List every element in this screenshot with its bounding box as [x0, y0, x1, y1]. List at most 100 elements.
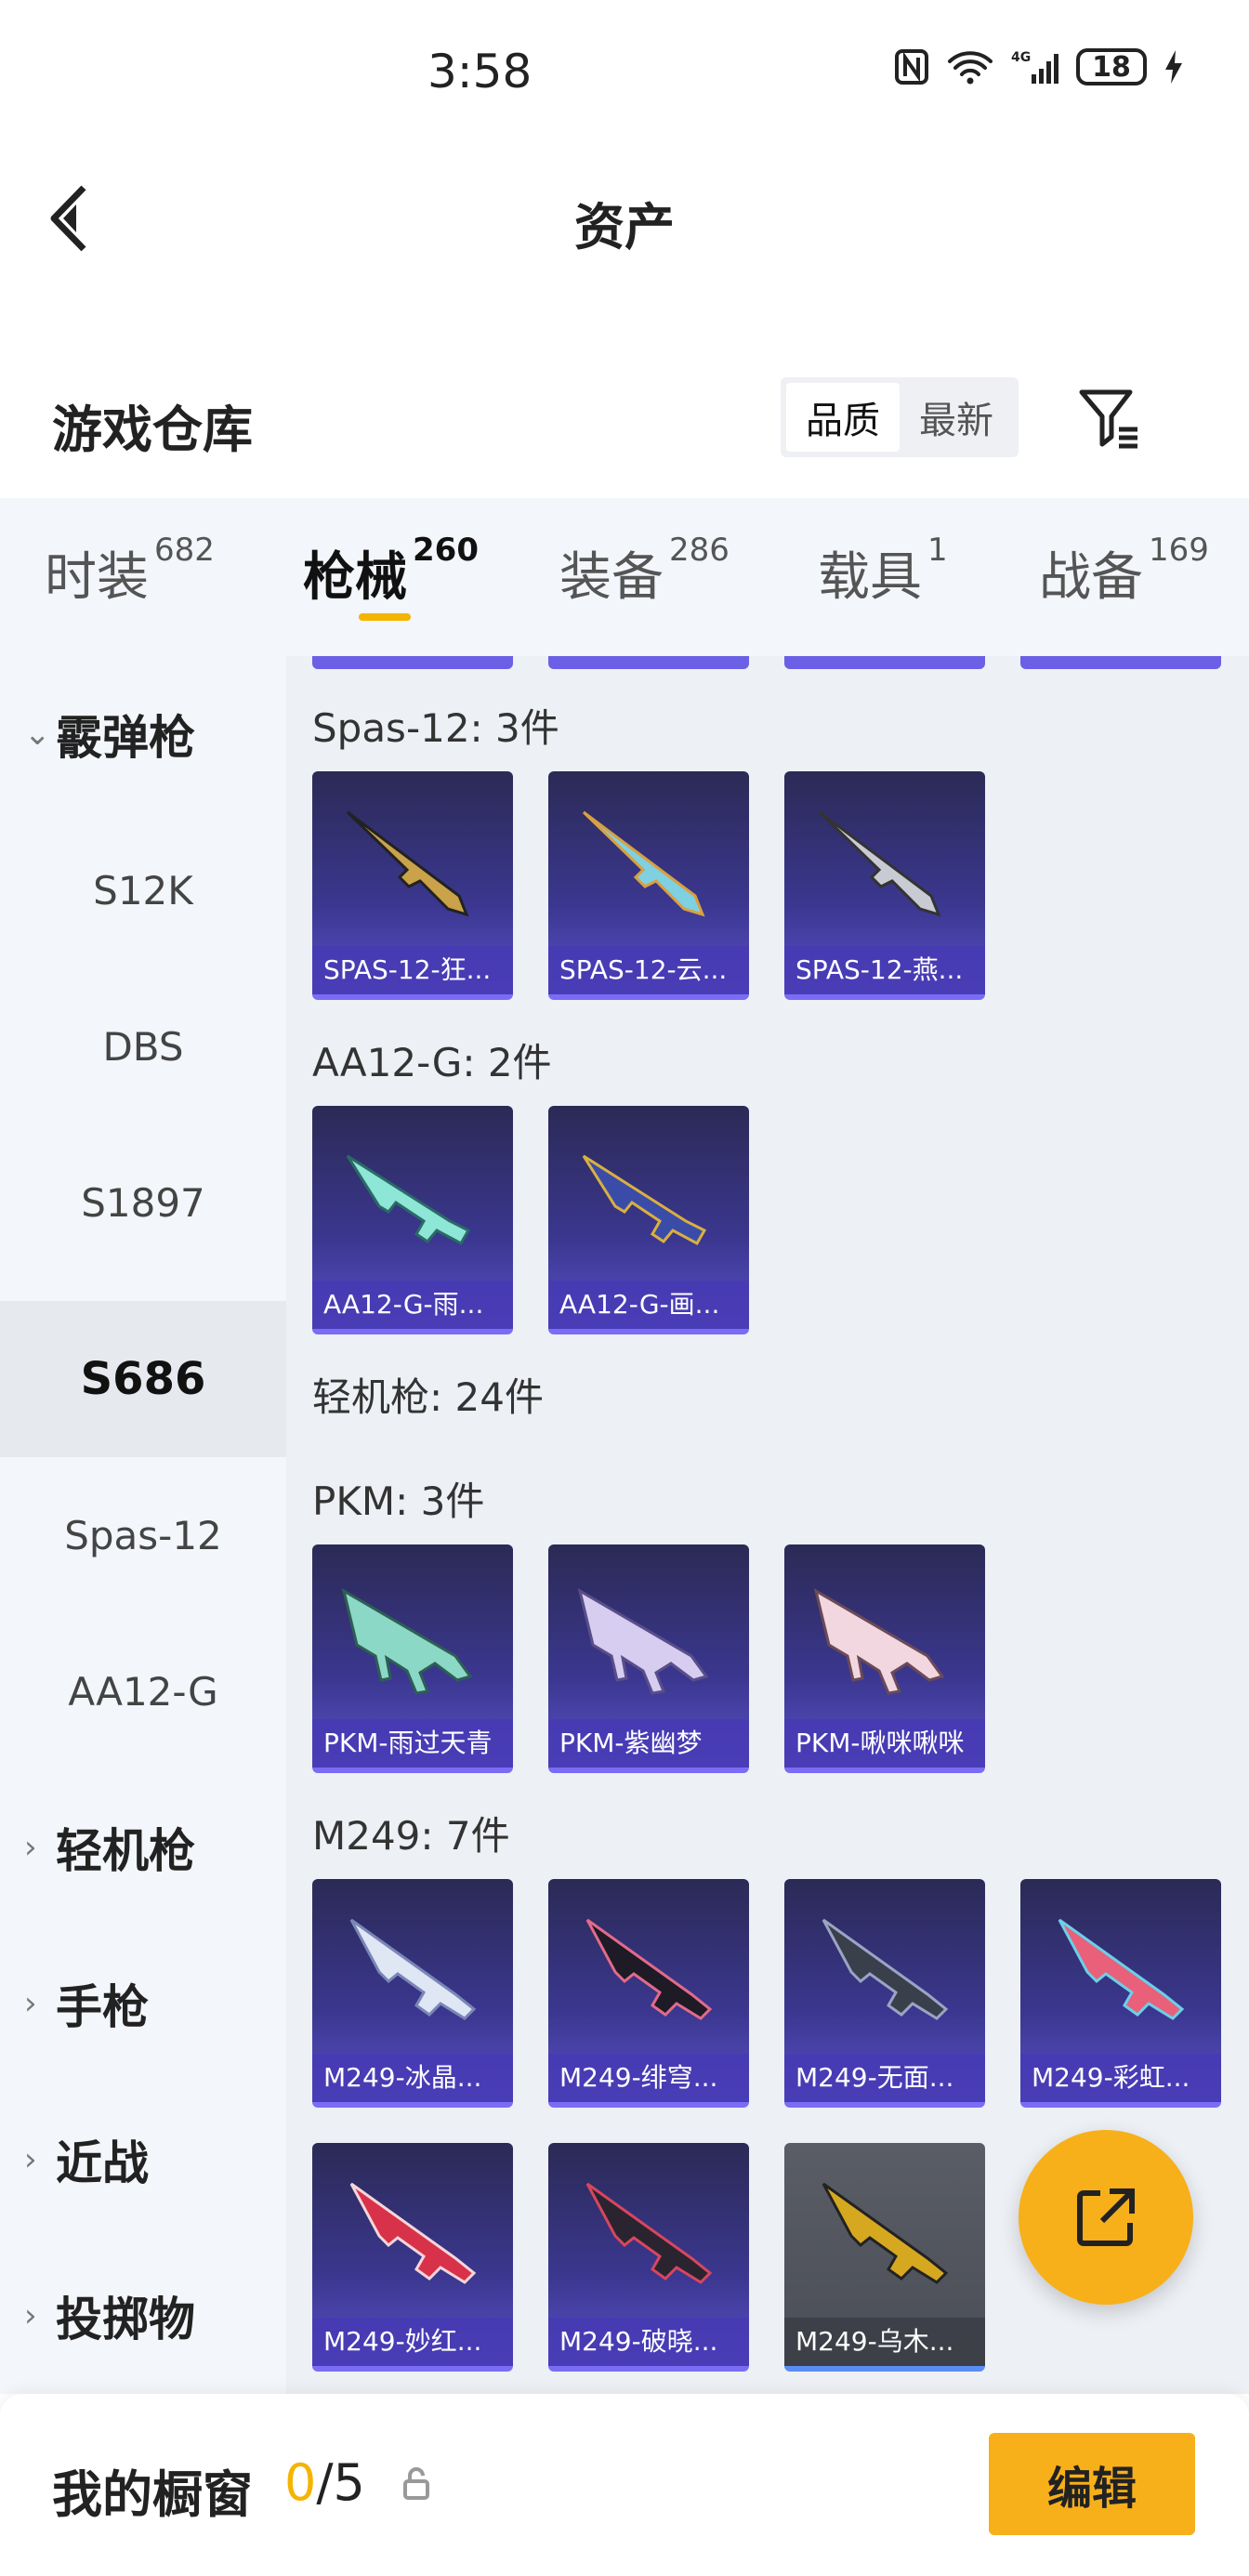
weapon-card-label: PKM-紫幽梦	[548, 1719, 749, 1768]
weapon-card-label: SPAS-12-燕...	[784, 946, 985, 994]
group-label-lmg: 轻机枪: 24件	[312, 1374, 544, 1420]
lock-icon	[400, 2464, 433, 2505]
showcase-count-current: 0	[284, 2453, 317, 2512]
weapon-card-label: PKM-啾咪啾咪	[784, 1719, 985, 1768]
weapon-card[interactable]: M249-彩虹...	[1020, 1879, 1221, 2108]
weapon-card-label: PKM-雨过天青	[312, 1719, 513, 1768]
weapon-card[interactable]: AA12-G-雨...	[312, 1106, 513, 1334]
machine-gun-icon	[349, 1918, 477, 2020]
warehouse-title: 游戏仓库	[52, 401, 253, 459]
weapon-card[interactable]: AA12-G-画...	[548, 1106, 749, 1334]
machine-gun-icon	[822, 1918, 949, 2020]
weapon-card[interactable]: PKM-紫幽梦	[548, 1544, 749, 1773]
showcase-count-total: /5	[316, 2453, 365, 2512]
chevron-right-icon: ›	[24, 1985, 37, 2022]
weapon-card-label: M249-破晓...	[548, 2318, 749, 2366]
weapon-type-sidebar: ⌄ 霰弹枪 S12K DBS S1897 S686 Spas-12 AA12-G …	[0, 656, 286, 2394]
status-icons: 4G 18	[894, 48, 1184, 85]
rifle-icon	[346, 1154, 471, 1246]
machine-gun-icon	[585, 1918, 713, 2020]
category-tabs: 时装 682 枪械 260 装备 286 载具 1 战备 169	[0, 498, 1249, 656]
chevron-right-icon: ›	[24, 1829, 37, 1866]
sort-newest-button[interactable]: 最新	[900, 383, 1013, 452]
weapon-card-label: SPAS-12-狂...	[312, 946, 513, 994]
weapon-card[interactable]: PKM-雨过天青	[312, 1544, 513, 1773]
filter-icon	[1079, 389, 1137, 449]
weapon-card[interactable]: PKM-啾咪啾咪	[784, 1544, 985, 1773]
edit-button[interactable]: 编辑	[989, 2433, 1195, 2535]
weapon-card-label: M249-彩虹...	[1020, 2054, 1221, 2102]
machine-gun-icon	[822, 2182, 949, 2284]
weapon-card[interactable]: M249-绯穹...	[548, 1879, 749, 2108]
shotgun-icon	[818, 810, 941, 917]
tab-equipment[interactable]: 装备 286	[559, 532, 730, 611]
cellular-signal-icon: 4G	[1011, 50, 1058, 84]
sidebar-item-aa12g[interactable]: AA12-G	[0, 1613, 286, 1769]
sidebar-item-s686[interactable]: S686	[0, 1301, 286, 1457]
sidebar-item-throwable[interactable]: › 投掷物	[0, 2238, 286, 2394]
rifle-icon	[582, 1154, 707, 1246]
tab-fashion[interactable]: 时装 682	[45, 532, 215, 611]
group-label-aa12g: AA12-G: 2件	[312, 1040, 552, 1085]
weapon-card-label: SPAS-12-云...	[548, 946, 749, 994]
machine-gun-icon	[1058, 1918, 1185, 2020]
chevron-down-icon: ⌄	[24, 716, 51, 753]
card-stub	[548, 656, 749, 669]
sort-toggle: 品质 最新	[781, 377, 1019, 457]
chevron-right-icon: ›	[24, 2297, 37, 2334]
weapon-card[interactable]: M249-破晓...	[548, 2143, 749, 2372]
battery-level: 18	[1092, 50, 1131, 84]
wifi-icon	[948, 51, 993, 85]
sidebar-item-spas12[interactable]: Spas-12	[0, 1457, 286, 1613]
sidebar-item-melee[interactable]: › 近战	[0, 2082, 286, 2238]
sort-quality-button[interactable]: 品质	[786, 383, 900, 452]
weapon-card-label: AA12-G-画...	[548, 1281, 749, 1329]
machine-gun-icon	[577, 1587, 709, 1695]
nfc-icon	[895, 49, 928, 85]
weapon-card[interactable]: M249-乌木...	[784, 2143, 985, 2372]
weapon-card[interactable]: SPAS-12-狂...	[312, 771, 513, 1000]
weapon-card-label: M249-冰晶...	[312, 2054, 513, 2102]
showcase-count: 0/5	[284, 2453, 365, 2512]
group-label-pkm: PKM: 3件	[312, 1479, 485, 1524]
card-stub	[1020, 656, 1221, 669]
tab-vehicles[interactable]: 载具 1	[818, 532, 948, 611]
battery-indicator: 18	[1076, 48, 1147, 85]
charging-icon	[1165, 50, 1182, 84]
sidebar-item-pistol[interactable]: › 手枪	[0, 1925, 286, 2082]
weapon-card[interactable]: M249-冰晶...	[312, 1879, 513, 2108]
weapon-card[interactable]: SPAS-12-燕...	[784, 771, 985, 1000]
share-icon	[1077, 2188, 1135, 2246]
tab-supplies[interactable]: 战备 169	[1039, 532, 1209, 611]
weapon-card-label: AA12-G-雨...	[312, 1281, 513, 1329]
card-stub	[784, 656, 985, 669]
shotgun-icon	[346, 810, 469, 917]
sidebar-item-dbs[interactable]: DBS	[0, 968, 286, 1124]
machine-gun-icon	[349, 2182, 477, 2284]
weapon-card[interactable]: SPAS-12-云...	[548, 771, 749, 1000]
shotgun-icon	[582, 810, 705, 917]
weapon-card-label: M249-乌木...	[784, 2318, 985, 2366]
active-tab-indicator	[359, 613, 411, 621]
weapon-card[interactable]: M249-妙红...	[312, 2143, 513, 2372]
card-stub	[312, 656, 513, 669]
filter-button[interactable]	[1072, 381, 1147, 455]
group-label-m249: M249: 7件	[312, 1813, 510, 1859]
showcase-label: 我的橱窗	[52, 2465, 253, 2524]
chevron-right-icon: ›	[24, 2141, 37, 2178]
weapon-card-label: M249-妙红...	[312, 2318, 513, 2366]
status-time: 3:58	[427, 45, 532, 99]
weapon-card-label: M249-无面...	[784, 2054, 985, 2102]
machine-gun-icon	[585, 2182, 713, 2284]
weapon-card[interactable]: M249-无面...	[784, 1879, 985, 2108]
sidebar-item-s12k[interactable]: S12K	[0, 812, 286, 968]
sidebar-item-shotgun[interactable]: ⌄ 霰弹枪	[0, 656, 286, 812]
svg-text:4G: 4G	[1011, 50, 1031, 65]
page-title: 资产	[574, 198, 675, 256]
sidebar-item-lmg[interactable]: › 轻机枪	[0, 1769, 286, 1925]
tab-firearms[interactable]: 枪械 260	[303, 532, 479, 611]
sidebar-item-s1897[interactable]: S1897	[0, 1124, 286, 1281]
machine-gun-icon	[341, 1587, 473, 1695]
share-button[interactable]	[1019, 2130, 1193, 2305]
weapon-card-label: M249-绯穹...	[548, 2054, 749, 2102]
